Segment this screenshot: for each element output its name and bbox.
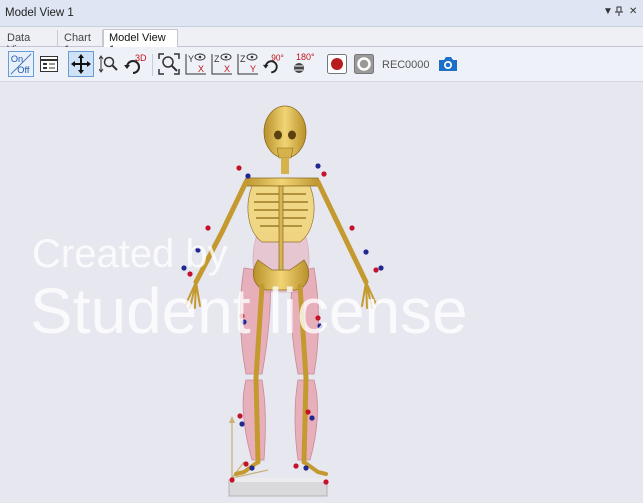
- move-arrows-icon: [71, 54, 91, 74]
- three-d-label: 3D: [135, 53, 147, 63]
- svg-text:Z: Z: [240, 54, 246, 64]
- pan-button[interactable]: [68, 51, 94, 77]
- svg-text:Z: Z: [214, 54, 220, 64]
- view-zx-button[interactable]: Z X: [210, 52, 234, 76]
- tab-chart-1[interactable]: Chart 1: [59, 30, 103, 56]
- camera-icon: [439, 57, 457, 71]
- rotate-180-icon: 180°: [294, 52, 315, 73]
- zoom-button[interactable]: [97, 52, 121, 76]
- view-zy-icon: Z Y: [237, 53, 258, 75]
- toolbar: On Off 3D Y X Z X Z Y 90° 180° REC 0000: [0, 47, 643, 82]
- zoom-fit-icon: [158, 53, 180, 75]
- rec-label: REC: [382, 59, 406, 71]
- on-off-icon: On Off: [10, 53, 32, 75]
- view-yx-button[interactable]: Y X: [184, 52, 208, 76]
- panel-menu-icon[interactable]: ▼: [603, 6, 613, 17]
- svg-text:Y: Y: [188, 54, 194, 64]
- skull: [263, 105, 307, 174]
- rotate-90-icon: 90°: [262, 52, 284, 74]
- panel-title: Model View 1: [5, 7, 74, 19]
- zoom-icon: [99, 55, 118, 73]
- model-viewport[interactable]: Created by Student license: [0, 82, 643, 500]
- angle-90-label: 90°: [271, 52, 284, 62]
- table-icon: [40, 56, 58, 72]
- rotate-90-button[interactable]: 90°: [262, 52, 286, 76]
- rotate-3d-icon: 3D: [124, 53, 147, 74]
- stop-icon: [354, 54, 374, 74]
- floor-plate: [228, 478, 328, 497]
- close-icon[interactable]: ✕: [629, 6, 637, 17]
- svg-text:X: X: [224, 64, 230, 74]
- rotate-3d-button[interactable]: 3D: [123, 52, 147, 76]
- snapshot-button[interactable]: [436, 52, 460, 76]
- skeleton-model[interactable]: [0, 82, 643, 500]
- stop-button[interactable]: [352, 52, 376, 76]
- tab-data-view[interactable]: Data View: [2, 30, 58, 56]
- on-label: On: [11, 54, 23, 64]
- off-label: Off: [17, 65, 30, 75]
- tab-model-view-1[interactable]: Model View 1: [103, 29, 178, 56]
- svg-text:X: X: [198, 64, 204, 74]
- zoom-extents-button[interactable]: [157, 52, 181, 76]
- toolbar-separator: [152, 54, 153, 76]
- view-zx-icon: Z X: [211, 53, 232, 75]
- view-zy-button[interactable]: Z Y: [236, 52, 260, 76]
- rec-counter: 0000: [405, 59, 430, 71]
- record-icon: [327, 54, 347, 74]
- record-button[interactable]: [325, 52, 349, 76]
- view-yx-icon: Y X: [185, 53, 206, 75]
- tab-strip: Data View Chart 1 Model View 1: [0, 27, 643, 56]
- panel-title-bar: Model View 1 ▼ ✕: [0, 0, 643, 27]
- on-off-toggle-button[interactable]: On Off: [8, 51, 34, 77]
- angle-180-label: 180°: [296, 52, 315, 62]
- properties-button[interactable]: [37, 52, 61, 76]
- svg-text:Y: Y: [250, 64, 256, 74]
- rotate-180-button[interactable]: 180°: [290, 52, 318, 76]
- pin-icon[interactable]: [615, 6, 623, 19]
